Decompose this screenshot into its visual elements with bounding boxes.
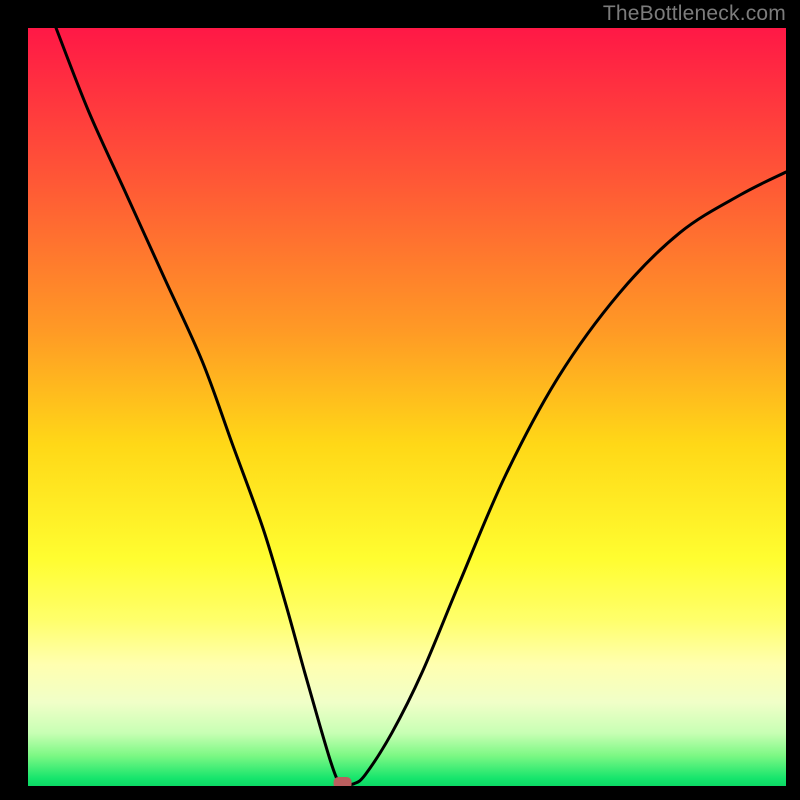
curve-svg [28, 28, 786, 786]
watermark-text: TheBottleneck.com [603, 2, 786, 26]
plot-area [28, 28, 786, 786]
bottleneck-curve-path [56, 28, 786, 784]
chart-frame: TheBottleneck.com [0, 0, 800, 800]
optimal-marker [334, 777, 352, 786]
